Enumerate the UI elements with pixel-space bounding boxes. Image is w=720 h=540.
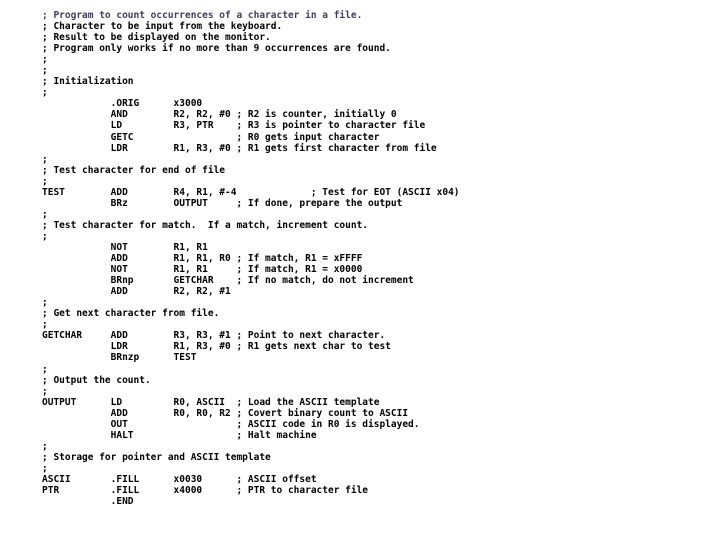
- code-line: ;: [42, 208, 48, 220]
- code-line: ;: [42, 65, 48, 77]
- code-line: BRnp GETCHAR ; If no match, do not incre…: [42, 275, 414, 287]
- code-line: ;: [42, 87, 48, 99]
- code-line: .END: [42, 496, 134, 508]
- code-line: LDR R1, R3, #0 ; R1 gets next char to te…: [42, 341, 391, 353]
- code-line: ;: [42, 153, 48, 165]
- code-line: TEST ADD R4, R1, #-4 ; Test for EOT (ASC…: [42, 186, 460, 198]
- code-line: ;: [42, 230, 48, 242]
- code-line: HALT ; Halt machine: [42, 429, 317, 441]
- code-line: LD R3, PTR ; R3 is pointer to character …: [42, 120, 426, 132]
- code-line: ; Result to be displayed on the monitor.: [42, 32, 271, 44]
- code-line: NOT R1, R1: [42, 241, 208, 253]
- code-line: ; Character to be input from the keyboar…: [42, 21, 283, 33]
- code-line: ;: [42, 462, 48, 474]
- code-line: ; Test character for end of file: [42, 164, 226, 176]
- code-line: ADD R0, R0, R2 ; Covert binary count to …: [42, 407, 409, 419]
- code-line: LDR R1, R3, #0 ; R1 gets first character…: [42, 142, 437, 154]
- code-line: OUT ; ASCII code in R0 is displayed.: [42, 418, 420, 430]
- code-line: GETCHAR ADD R3, R3, #1 ; Point to next c…: [42, 330, 386, 342]
- code-line: PTR .FILL x4000 ; PTR to character file: [42, 485, 369, 497]
- code-line: ; Initialization: [42, 76, 134, 88]
- code-line: ASCII .FILL x0030 ; ASCII offset: [42, 473, 317, 485]
- assembly-source-listing: ; Program to count occurrences of a char…: [42, 10, 460, 507]
- code-line: ; Program only works if no more than 9 o…: [42, 43, 391, 55]
- code-line: ; Get next character from file.: [42, 308, 220, 320]
- code-line: BRnzp TEST: [42, 352, 197, 364]
- code-line: ;: [42, 385, 48, 397]
- code-line: ;: [42, 297, 48, 309]
- code-line: ; Output the count.: [42, 374, 151, 386]
- code-line: ; Test character for match. If a match, …: [42, 219, 369, 231]
- code-line: OUTPUT LD R0, ASCII ; Load the ASCII tem…: [42, 396, 380, 408]
- code-line: GETC ; R0 gets input character: [42, 131, 380, 143]
- code-line: BRz OUTPUT ; If done, prepare the output: [42, 197, 403, 209]
- code-line: ; Program to count occurrences of a char…: [42, 10, 363, 21]
- code-line: ;: [42, 175, 48, 187]
- code-line: NOT R1, R1 ; If match, R1 = x0000: [42, 264, 363, 276]
- code-line: ; Storage for pointer and ASCII template: [42, 451, 271, 463]
- code-line: ADD R2, R2, #1: [42, 286, 231, 298]
- code-line: ;: [42, 363, 48, 375]
- code-line: ;: [42, 440, 48, 452]
- code-line: ;: [42, 54, 48, 66]
- code-line: .ORIG x3000: [42, 98, 203, 110]
- code-line: ;: [42, 319, 48, 331]
- code-line: ADD R1, R1, R0 ; If match, R1 = xFFFF: [42, 253, 363, 265]
- code-line: AND R2, R2, #0 ; R2 is counter, initiall…: [42, 109, 397, 121]
